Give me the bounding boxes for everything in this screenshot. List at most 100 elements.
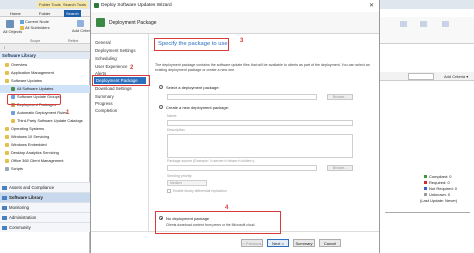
right-ribbon (380, 17, 474, 44)
annotation-box-no-deployment-package (155, 211, 281, 234)
page-description: The deployment package contains the soft… (155, 63, 370, 72)
browse-source-button[interactable]: Browse... (327, 165, 353, 171)
community-icon (2, 226, 7, 230)
step-progress[interactable]: Progress (95, 100, 113, 107)
package-source-input[interactable] (167, 165, 317, 171)
status-unknown: Unknown: 0 (424, 192, 450, 197)
radio-create-new-package[interactable] (159, 105, 163, 109)
existing-package-field[interactable] (167, 94, 317, 100)
close-icon[interactable]: ✕ (369, 2, 374, 9)
step-user-experience[interactable]: User Experience (95, 63, 127, 70)
compliant-swatch (424, 175, 427, 179)
assets-icon (2, 186, 7, 190)
option-existing-label: Select a deployment package: (166, 85, 220, 90)
breadcrumb[interactable]: \ (4, 45, 5, 51)
annotation-marker-1: 1 (66, 110, 70, 116)
tree-item-third-party-catalogs[interactable]: Third-Party Software Update Catalogs (0, 117, 90, 125)
navigation-bar: \ (0, 44, 90, 52)
step-deployment-settings[interactable]: Deployment Settings (95, 47, 136, 54)
step-download-settings[interactable]: Download Settings (95, 85, 132, 92)
ribbon-tabs: Home Folder Search (0, 9, 90, 17)
add-criteria-dropdown[interactable]: Add Criteria ▾ (444, 73, 468, 80)
tree-item-application-management[interactable]: Application Management (0, 69, 90, 77)
ribbon: All Objects Current Node All Subfolders … (0, 17, 93, 44)
tree-item-overview[interactable]: Overview (0, 61, 90, 69)
updates-icon (11, 86, 15, 91)
monitoring-icon (2, 206, 7, 210)
tab-search[interactable]: Search (64, 10, 81, 17)
navigation-pane: Software Library Overview Application Ma… (0, 52, 90, 253)
tree-item-windows-embedded[interactable]: Windows Embedded (0, 141, 90, 149)
workspace-administration[interactable]: Administration (0, 212, 90, 222)
tree-item-all-software-updates[interactable]: All Software Updates (0, 85, 90, 93)
page-title: Specify the package to use (154, 38, 229, 51)
tree-item-automatic-deployment-rules[interactable]: Automatic Deployment Rules (0, 109, 90, 117)
annotation-marker-4: 4 (225, 205, 229, 211)
results-pane: Add Criteria ▾ Compliant: 0 Required: 0 … (380, 17, 474, 253)
all-subfolders-icon (20, 25, 24, 30)
binary-replication-label: Enable binary differential replication (173, 188, 227, 193)
ribbon-action-icon[interactable] (442, 21, 449, 27)
unknown-swatch (424, 193, 427, 197)
tree-item-windows-10-servicing[interactable]: Windows 10 Servicing (0, 133, 90, 141)
tree-item-office-365[interactable]: Office 365 Client Management (0, 157, 90, 165)
all-subfolders-button[interactable]: All Subfolders (20, 25, 50, 30)
ribbon-group-scope: Scope (30, 39, 41, 43)
wizard-window-title: Deploy Software Updates Wizard (101, 3, 172, 8)
package-description-input[interactable] (167, 134, 353, 158)
folder-icon (5, 134, 9, 139)
tab-folder[interactable]: Folder (37, 10, 52, 17)
folder-icon (5, 158, 9, 163)
current-node-button[interactable]: Current Node (20, 19, 49, 24)
next-button[interactable]: Next > (267, 239, 289, 247)
administration-icon (2, 216, 7, 220)
wizard-steps: General Deployment Settings Scheduling U… (91, 34, 149, 231)
tree-item-desktop-analytics[interactable]: Desktop Analytics Servicing (0, 149, 90, 157)
all-objects-button[interactable]: All Objects (3, 20, 22, 34)
tab-home[interactable]: Home (8, 10, 23, 17)
browse-existing-button[interactable]: Browse... (327, 94, 353, 100)
tree-item-scripts[interactable]: Scripts (0, 165, 90, 173)
folder-icon (5, 78, 9, 83)
status-not-required: Not Required: 0 (424, 186, 457, 191)
summary-button[interactable]: Summary (293, 239, 315, 247)
workspace-community[interactable]: Community (0, 222, 90, 232)
search-input[interactable] (408, 73, 434, 80)
context-tab-folder-tools[interactable]: Folder Tools (37, 1, 63, 8)
ribbon-action-icon[interactable] (400, 21, 407, 27)
folder-icon (5, 150, 9, 155)
cancel-button[interactable]: Cancel (319, 239, 341, 247)
add-criteria-icon (76, 20, 84, 27)
radio-select-existing-package[interactable] (159, 85, 163, 89)
annotation-marker-3: 3 (240, 38, 244, 44)
workspace-software-library[interactable]: Software Library (0, 192, 90, 202)
step-summary[interactable]: Summary (95, 93, 114, 100)
package-name-input[interactable] (167, 120, 353, 126)
rule-icon (11, 110, 15, 115)
status-compliant: Compliant: 0 (424, 174, 451, 179)
catalog-icon (11, 118, 15, 123)
step-general[interactable]: General (95, 39, 111, 46)
step-scheduling[interactable]: Scheduling (95, 55, 117, 62)
wizard-footer: < Previous Next > Summary Cancel (91, 231, 379, 253)
last-update-text: (Last Update: Never) (420, 198, 458, 203)
tree-item-software-updates[interactable]: Software Updates (0, 77, 90, 85)
tree-item-operating-systems[interactable]: Operating Systems (0, 125, 90, 133)
workspace-assets-and-compliance[interactable]: Assets and Compliance (0, 182, 90, 192)
previous-button[interactable]: < Previous (241, 239, 263, 247)
ribbon-group-refine: Refine (68, 39, 79, 43)
name-label: Name: (167, 114, 178, 118)
folder-icon (5, 126, 9, 131)
ribbon-action-icon[interactable] (420, 21, 427, 27)
deployment-package-icon (96, 18, 105, 27)
workspace-monitoring[interactable]: Monitoring (0, 202, 90, 212)
add-criteria-button[interactable]: Add Criteria (72, 20, 93, 33)
wizard-header: Deployment Package (91, 12, 379, 34)
search-bar: Add Criteria ▾ (380, 72, 474, 81)
binary-replication-checkbox[interactable] (167, 189, 171, 193)
folder-icon (5, 62, 9, 67)
wizard-header-title: Deployment Package (109, 20, 157, 26)
context-tab-search-tools[interactable]: Search Tools (61, 1, 89, 8)
step-completion[interactable]: Completion (95, 107, 117, 114)
sending-priority-select[interactable]: Medium (167, 180, 207, 186)
